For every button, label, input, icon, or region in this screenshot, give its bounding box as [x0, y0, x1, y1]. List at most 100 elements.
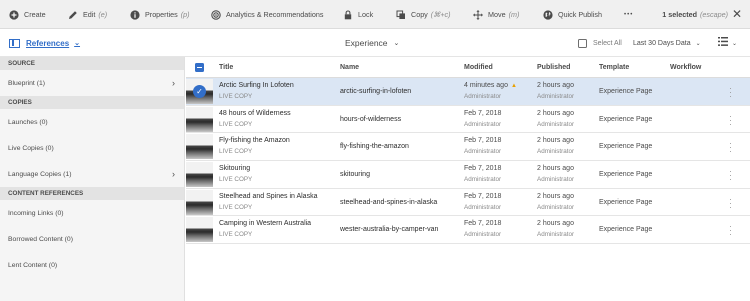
table-header: Title Name Modified Published Template W… — [186, 57, 750, 78]
row-drag-handle-icon[interactable]: · · · — [729, 139, 733, 156]
row-title: Fly-fishing the Amazon — [219, 137, 290, 145]
view-switcher[interactable]: ⌄ — [718, 29, 737, 57]
action-bar: Create Edit (e) Properties (p) Analytics &… — [0, 0, 750, 29]
rail-item-blueprint[interactable]: Blueprint (1) › — [0, 70, 184, 96]
table-row[interactable]: Skitouring LIVE COPY skitouring Feb 7, 2… — [186, 161, 750, 189]
rail-item-language-copies[interactable]: Language Copies (1) › — [0, 161, 184, 187]
rail-item-label: Launches (0) — [8, 118, 48, 126]
properties-shortcut: (p) — [180, 10, 190, 19]
table-row[interactable]: Fly-fishing the Amazon LIVE COPY fly-fis… — [186, 133, 750, 162]
header-select-checkbox[interactable] — [195, 63, 204, 72]
rail-item-lent-content[interactable]: Lent Content (0) — [0, 252, 184, 278]
row-modified-by: Administrator — [464, 176, 502, 184]
date-range-dropdown[interactable]: Last 30 Days Data ⌄ — [633, 29, 701, 57]
target-icon — [211, 9, 221, 20]
row-drag-handle-icon[interactable]: · · · — [729, 167, 733, 184]
copy-icon — [396, 10, 406, 20]
row-modified-by: Administrator — [464, 203, 502, 211]
lock-button[interactable]: Lock — [343, 0, 373, 29]
row-published-by: Administrator — [537, 93, 575, 100]
chevron-down-icon: ⌄ — [695, 40, 701, 47]
row-title: 48 hours of Wilderness — [219, 109, 291, 117]
references-rail: SOURCE Blueprint (1) › COPIES Launches (… — [0, 57, 185, 301]
selected-label: 1 selected — [662, 10, 698, 19]
page-thumbnail[interactable] — [186, 134, 213, 160]
row-modified: Feb 7, 2018 — [464, 109, 502, 117]
page-thumbnail[interactable]: ✓ — [186, 79, 213, 104]
row-drag-handle-icon[interactable]: · · · — [729, 194, 733, 211]
row-published: 2 hours ago — [537, 220, 574, 228]
rail-item-label: Borrowed Content (0) — [8, 235, 73, 243]
chevron-right-icon: › — [172, 169, 175, 179]
analytics-button[interactable]: Analytics & Recommendations — [211, 0, 323, 29]
rail-item-label: Lent Content (0) — [8, 261, 58, 269]
create-button[interactable]: Create — [9, 0, 46, 29]
rail-item-label: Live Copies (0) — [8, 144, 54, 152]
references-label: References — [26, 38, 70, 48]
copy-button[interactable]: Copy (⌘+c) — [396, 0, 451, 29]
column-header-workflow[interactable]: Workflow — [670, 64, 701, 71]
rail-item-launches[interactable]: Launches (0) — [0, 109, 184, 135]
row-title: Arctic Surfing In Lofoten — [219, 82, 294, 89]
row-published-by: Administrator — [537, 120, 575, 128]
checkmark-icon: ✓ — [193, 85, 206, 98]
rail-item-borrowed-content[interactable]: Borrowed Content (0) — [0, 226, 184, 252]
row-published: 2 hours ago — [537, 82, 574, 89]
lock-label: Lock — [358, 10, 374, 19]
date-range-label: Last 30 Days Data — [633, 39, 691, 47]
table-row[interactable]: Steelhead and Spines in Alaska LIVE COPY… — [186, 189, 750, 217]
table-row[interactable]: ✓ Arctic Surfing In Lofoten LIVE COPY ar… — [186, 78, 750, 106]
row-live-copy-badge: LIVE COPY — [219, 120, 253, 128]
quick-publish-label: Quick Publish — [558, 10, 602, 19]
page-thumbnail[interactable] — [186, 106, 213, 132]
page-thumbnail[interactable] — [186, 162, 213, 188]
row-drag-handle-icon[interactable]: · · · — [729, 111, 733, 128]
row-title: Steelhead and Spines in Alaska — [219, 192, 318, 200]
checkbox-icon — [578, 38, 587, 48]
row-drag-handle-icon[interactable]: · · · — [729, 222, 733, 239]
table-row[interactable]: 48 hours of Wilderness LIVE COPY hours-o… — [186, 106, 750, 134]
warning-icon: ▲ — [510, 83, 517, 89]
row-modified: 4 minutes ago ▲ — [464, 82, 517, 89]
column-header-published[interactable]: Published — [537, 64, 570, 71]
row-modified-date: 4 minutes ago — [464, 82, 508, 89]
rail-toggle-button[interactable]: References ⌄ — [9, 29, 80, 57]
page-thumbnail[interactable] — [186, 189, 213, 215]
row-title: Camping in Western Australia — [219, 220, 312, 228]
rail-item-label: Language Copies (1) — [8, 170, 72, 178]
pencil-icon — [68, 10, 78, 20]
row-modified-by: Administrator — [464, 93, 502, 100]
move-button[interactable]: Move (m) — [473, 0, 519, 29]
rail-item-incoming-links[interactable]: Incoming Links (0) — [0, 200, 184, 226]
row-title: Skitouring — [219, 165, 251, 173]
select-all-button[interactable]: Select All — [578, 29, 622, 57]
quick-publish-button[interactable]: Quick Publish — [543, 0, 602, 29]
move-arrows-icon — [473, 9, 483, 20]
row-template: Experience Page — [599, 198, 653, 206]
edit-button[interactable]: Edit (e) — [68, 0, 107, 29]
rail-item-label: Blueprint (1) — [8, 79, 46, 87]
row-name: fly-fishing-the-amazon — [340, 143, 409, 151]
rail-heading-copies: COPIES — [0, 96, 184, 109]
table-row[interactable]: Camping in Western Australia LIVE COPY w… — [186, 216, 750, 245]
edit-shortcut: (e) — [98, 10, 108, 19]
rail-item-live-copies[interactable]: Live Copies (0) — [0, 135, 184, 161]
row-live-copy-badge: LIVE COPY — [219, 176, 253, 184]
more-actions-button[interactable]: ••• — [624, 0, 633, 29]
row-modified-by: Administrator — [464, 231, 502, 239]
page-thumbnail[interactable] — [186, 217, 213, 243]
row-template: Experience Page — [599, 171, 653, 179]
column-header-template[interactable]: Template — [599, 64, 629, 71]
row-name: skitouring — [340, 171, 370, 179]
row-live-copy-badge: LIVE COPY — [219, 93, 253, 100]
column-header-modified[interactable]: Modified — [464, 64, 493, 71]
row-published-by: Administrator — [537, 148, 575, 156]
column-header-name[interactable]: Name — [340, 64, 359, 71]
breadcrumb-title[interactable]: Experience ⌄ — [345, 29, 399, 57]
properties-button[interactable]: Properties (p) — [130, 0, 190, 29]
row-drag-handle-icon[interactable]: · · · — [729, 84, 733, 101]
selection-count: 1 selected (escape) — [662, 0, 728, 29]
row-modified-by: Administrator — [464, 120, 502, 128]
column-header-title[interactable]: Title — [219, 64, 233, 71]
close-selection-icon[interactable]: ✕ — [732, 8, 742, 20]
